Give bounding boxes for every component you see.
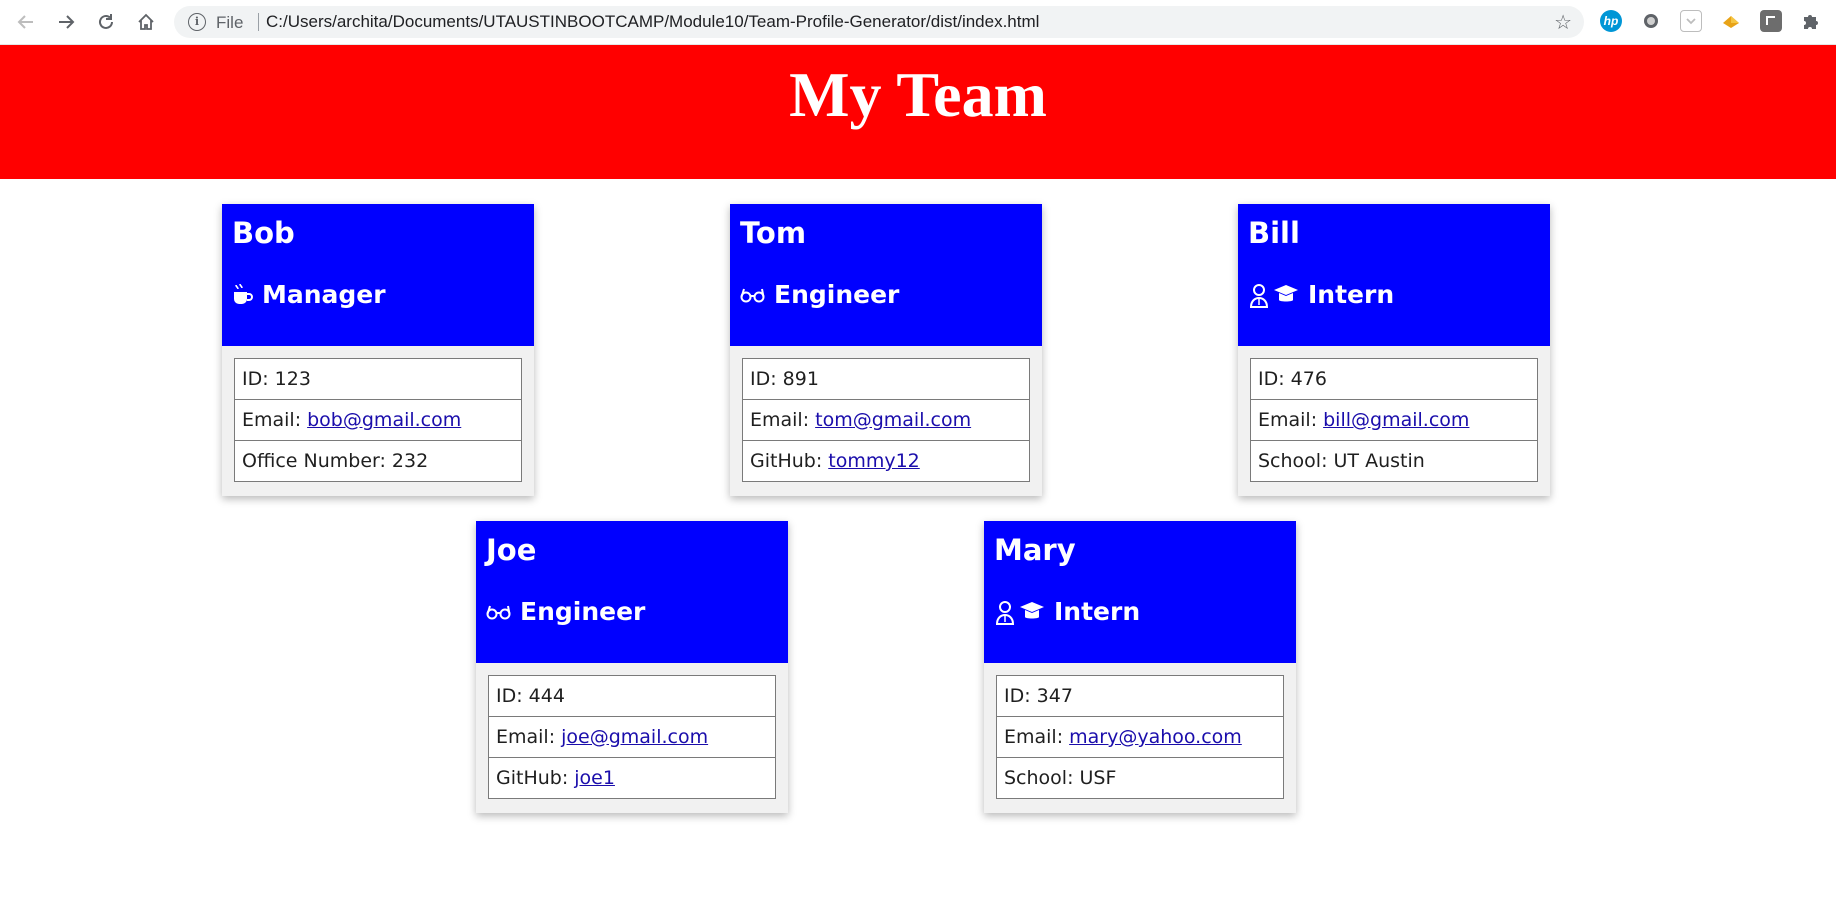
employee-card: Tom Engineer ID: 891 Email: tom@gmail.com… [730, 204, 1042, 496]
puzzle-icon[interactable] [1800, 10, 1822, 32]
card-body: ID: 444 Email: joe@gmail.com GitHub: joe1 [476, 663, 788, 813]
id-item: ID: 347 [996, 675, 1284, 717]
info-list: ID: 123 Email: bob@gmail.com Office Numbe… [234, 358, 522, 482]
employee-name: Bill [1248, 216, 1300, 250]
email-label: Email: [1258, 409, 1318, 431]
address-bar[interactable]: i File C:/Users/archita/Documents/UTAUST… [174, 6, 1584, 38]
reload-button[interactable] [93, 9, 119, 35]
github-item: GitHub: joe1 [488, 757, 776, 799]
extension-square-icon[interactable] [1760, 10, 1782, 32]
hp-icon[interactable]: hp [1600, 10, 1622, 32]
employee-role: Intern [994, 597, 1140, 626]
arrow-right-icon [59, 15, 75, 29]
card-header: Bob Manager [222, 204, 534, 346]
id-item: ID: 444 [488, 675, 776, 717]
reload-icon [99, 14, 113, 29]
forward-button[interactable] [53, 9, 79, 35]
id-item: ID: 123 [234, 358, 522, 400]
role-label: Intern [1054, 597, 1141, 626]
email-item: Email: mary@yahoo.com [996, 716, 1284, 758]
employee-role: Manager [232, 280, 386, 309]
employee-name: Joe [486, 533, 537, 567]
extension-diamond-icon[interactable] [1720, 10, 1742, 32]
employee-role: Engineer [740, 280, 899, 309]
home-icon [138, 13, 154, 30]
employee-card: Joe Engineer ID: 444 Email: joe@gmail.com… [476, 521, 788, 813]
info-icon[interactable]: i [188, 13, 206, 31]
browser-toolbar: i File C:/Users/archita/Documents/UTAUST… [0, 0, 1836, 45]
info-list: ID: 444 Email: joe@gmail.com GitHub: joe1 [488, 675, 776, 799]
mug-icon [232, 283, 254, 307]
employee-role: Intern [1248, 280, 1394, 309]
back-button[interactable] [13, 9, 39, 35]
email-item: Email: joe@gmail.com [488, 716, 776, 758]
email-link[interactable]: bob@gmail.com [307, 409, 461, 431]
page-title: My Team [789, 59, 1047, 130]
info-list: ID: 347 Email: mary@yahoo.com School: USF [996, 675, 1284, 799]
github-label: GitHub: [496, 767, 569, 789]
pocket-icon[interactable] [1680, 10, 1702, 32]
employee-role: Engineer [486, 597, 645, 626]
card-header: Mary Intern [984, 521, 1296, 663]
email-link[interactable]: bill@gmail.com [1323, 409, 1469, 431]
glasses-icon [740, 287, 766, 303]
url-text[interactable]: C:/Users/archita/Documents/UTAUSTINBOOTC… [266, 12, 1039, 32]
glasses-icon [486, 604, 512, 620]
employee-name: Mary [994, 533, 1076, 567]
role-label: Engineer [520, 597, 646, 626]
employee-card: Bill Intern ID: 476 Email: bill@gmail.com… [1238, 204, 1550, 496]
employee-card: Mary Intern ID: 347 Email: mary@yahoo.com… [984, 521, 1296, 813]
user-graduate-icon [994, 599, 1046, 625]
card-body: ID: 891 Email: tom@gmail.com GitHub: tommy… [730, 346, 1042, 496]
email-link[interactable]: joe@gmail.com [561, 726, 708, 748]
github-link[interactable]: tommy12 [828, 450, 920, 472]
id-item: ID: 891 [742, 358, 1030, 400]
office-number-item: Office Number: 232 [234, 440, 522, 482]
email-link[interactable]: mary@yahoo.com [1069, 726, 1242, 748]
home-button[interactable] [133, 9, 159, 35]
card-header: Bill Intern [1238, 204, 1550, 346]
email-label: Email: [750, 409, 810, 431]
email-label: Email: [496, 726, 556, 748]
email-item: Email: bob@gmail.com [234, 399, 522, 441]
arrow-left-icon [17, 15, 33, 29]
role-label: Intern [1308, 280, 1395, 309]
role-label: Engineer [774, 280, 900, 309]
page-header: My Team [0, 45, 1836, 179]
email-link[interactable]: tom@gmail.com [815, 409, 971, 431]
info-list: ID: 476 Email: bill@gmail.com School: UT … [1250, 358, 1538, 482]
email-item: Email: tom@gmail.com [742, 399, 1030, 441]
github-link[interactable]: joe1 [574, 767, 615, 789]
school-item: School: USF [996, 757, 1284, 799]
card-body: ID: 476 Email: bill@gmail.com School: UT … [1238, 346, 1550, 496]
card-body: ID: 347 Email: mary@yahoo.com School: USF [984, 663, 1296, 813]
address-separator [258, 13, 259, 31]
card-body: ID: 123 Email: bob@gmail.com Office Numbe… [222, 346, 534, 496]
school-item: School: UT Austin [1250, 440, 1538, 482]
email-label: Email: [1004, 726, 1064, 748]
github-label: GitHub: [750, 450, 823, 472]
card-header: Tom Engineer [730, 204, 1042, 346]
bookmark-star-icon[interactable]: ☆ [1554, 10, 1572, 34]
email-label: Email: [242, 409, 302, 431]
github-item: GitHub: tommy12 [742, 440, 1030, 482]
email-item: Email: bill@gmail.com [1250, 399, 1538, 441]
file-label: File [216, 13, 244, 32]
employee-name: Bob [232, 216, 295, 250]
record-icon[interactable] [1640, 10, 1662, 32]
info-list: ID: 891 Email: tom@gmail.com GitHub: tommy… [742, 358, 1030, 482]
employee-card: Bob Manager ID: 123 Email: bob@gmail.com … [222, 204, 534, 496]
card-header: Joe Engineer [476, 521, 788, 663]
id-item: ID: 476 [1250, 358, 1538, 400]
employee-name: Tom [740, 216, 807, 250]
role-label: Manager [262, 280, 386, 309]
user-graduate-icon [1248, 282, 1300, 308]
